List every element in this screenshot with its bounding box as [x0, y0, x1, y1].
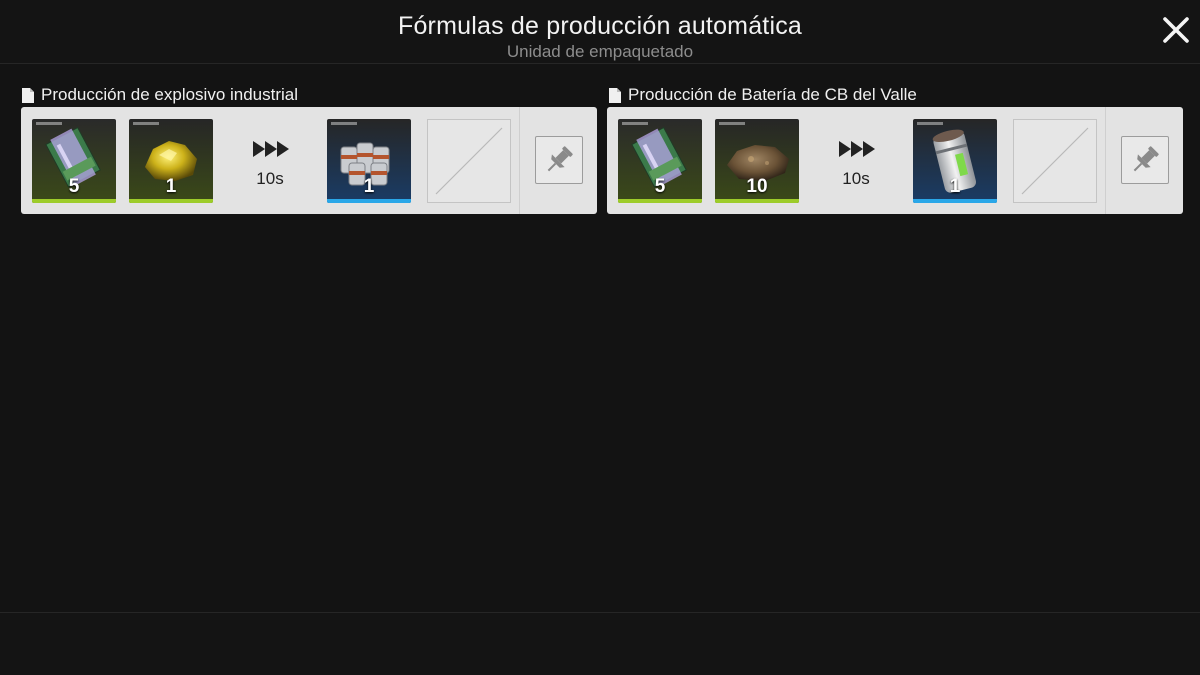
empty-slot-diagonal [435, 127, 503, 195]
formula-title-label: Producción de Batería de CB del Valle [628, 85, 917, 104]
close-icon [1163, 17, 1189, 43]
output-slot[interactable]: 1 [327, 119, 411, 203]
formula-title: Producción de Batería de CB del Valle [608, 85, 917, 105]
formula-card[interactable]: 5 10 10s 1 [607, 107, 1183, 214]
dialog-subtitle: Unidad de empaquetado [506, 42, 694, 61]
input-slot[interactable]: 10 [715, 119, 799, 203]
formula-card[interactable]: 5 1 10s 1 [21, 107, 597, 214]
dialog-footer [0, 613, 1200, 675]
rarity-bar [715, 199, 799, 203]
input-slot[interactable]: 5 [618, 119, 702, 203]
formula-title-label: Producción de explosivo industrial [41, 85, 299, 104]
arrows-icon [839, 141, 875, 157]
input-quantity: 5 [654, 176, 666, 197]
input-quantity: 5 [68, 176, 80, 197]
rarity-bar [618, 199, 702, 203]
document-icon [22, 87, 34, 103]
formula-title: Producción de explosivo industrial [21, 85, 298, 105]
rarity-bar [32, 199, 116, 203]
output-quantity: 1 [363, 176, 375, 197]
empty-output-slot[interactable] [1013, 119, 1097, 203]
input-slot[interactable]: 1 [129, 119, 213, 203]
dialog-title: Fórmulas de producción automática [397, 12, 803, 40]
input-quantity: 1 [165, 176, 177, 197]
pin-button[interactable] [1121, 136, 1169, 184]
arrows-icon [253, 141, 289, 157]
rarity-bar [327, 199, 411, 203]
rarity-bar [129, 199, 213, 203]
document-icon [609, 87, 621, 103]
empty-slot-diagonal [1021, 127, 1089, 195]
empty-output-slot[interactable] [427, 119, 511, 203]
output-quantity: 1 [949, 176, 961, 197]
pin-button[interactable] [535, 136, 583, 184]
close-button[interactable] [1158, 12, 1194, 48]
input-slot[interactable]: 5 [32, 119, 116, 203]
dialog-header: Fórmulas de producción automática Unidad… [0, 0, 1200, 64]
pin-icon [1133, 146, 1159, 172]
pin-icon [547, 146, 573, 172]
production-time: 10s [842, 169, 870, 188]
rarity-bar [913, 199, 997, 203]
output-slot[interactable]: 1 [913, 119, 997, 203]
input-quantity: 10 [746, 176, 768, 197]
production-time: 10s [256, 169, 284, 188]
